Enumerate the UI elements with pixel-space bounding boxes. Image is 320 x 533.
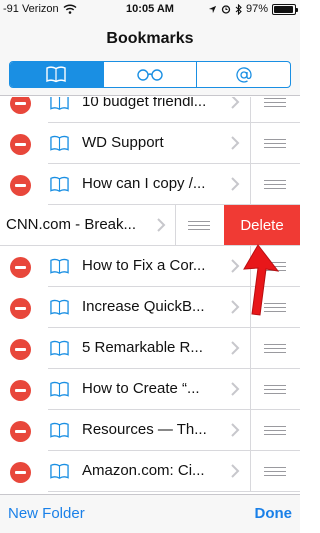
delete-minus-icon[interactable]	[10, 298, 31, 319]
chevron-right-icon	[231, 97, 240, 109]
reading-list-glasses-icon	[137, 68, 163, 81]
top-chrome: -91 Verizon 10:05 AM 97% Bookmarks	[0, 0, 300, 96]
reorder-handle-icon[interactable]	[264, 98, 286, 107]
row-separator	[48, 491, 300, 492]
bookmark-book-icon	[50, 135, 69, 151]
bookmark-row[interactable]: 10 budget friendl...	[0, 97, 300, 123]
done-button[interactable]: Done	[255, 505, 293, 522]
bookmark-title: Resources — Th...	[82, 421, 207, 438]
bookmark-book-icon	[50, 340, 69, 356]
bookmark-row[interactable]: CNN.com - Break... Delete	[0, 205, 300, 246]
bookmark-book-icon	[50, 176, 69, 192]
row-divider	[250, 97, 251, 123]
bookmark-row[interactable]: WD Support	[0, 123, 300, 164]
row-divider	[250, 123, 251, 164]
bookmark-book-icon	[50, 299, 69, 315]
bookmark-row[interactable]: How can I copy /...	[0, 164, 300, 205]
bookmark-title: Amazon.com: Ci...	[82, 462, 205, 479]
chevron-right-icon	[231, 382, 240, 396]
bookmark-title: 5 Remarkable R...	[82, 339, 203, 356]
bookmarks-segmented-control	[9, 61, 291, 88]
delete-button[interactable]: Delete	[224, 205, 300, 246]
chevron-right-icon	[231, 464, 240, 478]
new-folder-button[interactable]: New Folder	[8, 505, 85, 522]
bookmark-title: WD Support	[82, 134, 164, 151]
row-divider	[250, 328, 251, 369]
bookmark-book-icon	[50, 463, 69, 479]
delete-minus-icon[interactable]	[10, 134, 31, 155]
page-title: Bookmarks	[106, 30, 194, 47]
chevron-right-icon	[231, 423, 240, 437]
bookmark-title: CNN.com - Break...	[6, 216, 137, 233]
battery-icon	[272, 3, 298, 15]
bookmark-title: How can I copy /...	[82, 175, 206, 192]
at-symbol-icon	[236, 66, 252, 83]
reorder-handle-icon[interactable]	[264, 344, 286, 353]
bookmark-title: Increase QuickB...	[82, 298, 205, 315]
reorder-handle-icon[interactable]	[264, 426, 286, 435]
row-divider	[250, 164, 251, 205]
reorder-handle-icon[interactable]	[188, 221, 210, 230]
bookmark-book-icon	[50, 258, 69, 274]
delete-minus-icon[interactable]	[10, 97, 31, 114]
delete-minus-icon[interactable]	[10, 462, 31, 483]
status-bar: -91 Verizon 10:05 AM 97%	[0, 0, 300, 20]
bookmark-book-icon	[50, 381, 69, 397]
tab-reading-list[interactable]	[102, 62, 197, 87]
bookmark-row[interactable]: Resources — Th...	[0, 410, 300, 451]
bookmark-title: 10 budget friendl...	[82, 97, 207, 110]
bookmark-row[interactable]: How to Create “...	[0, 369, 300, 410]
annotation-arrow-icon	[243, 244, 280, 316]
bookmark-row[interactable]: 5 Remarkable R...	[0, 328, 300, 369]
delete-minus-icon[interactable]	[10, 380, 31, 401]
battery-percent: 97%	[245, 3, 268, 15]
reorder-handle-icon[interactable]	[264, 139, 286, 148]
chevron-right-icon	[231, 136, 240, 150]
alarm-clock-icon	[221, 5, 231, 14]
chevron-right-icon	[231, 177, 240, 191]
reorder-handle-icon[interactable]	[264, 385, 286, 394]
bookmark-title: How to Fix a Cor...	[82, 257, 206, 274]
bookmark-book-icon	[50, 422, 69, 438]
chevron-right-icon	[231, 341, 240, 355]
row-divider	[175, 205, 176, 246]
bookmark-row[interactable]: Amazon.com: Ci...	[0, 451, 300, 492]
tab-shared-links[interactable]	[196, 62, 290, 87]
delete-minus-icon[interactable]	[10, 257, 31, 278]
row-divider	[250, 369, 251, 410]
reorder-handle-icon[interactable]	[264, 467, 286, 476]
bluetooth-icon	[235, 3, 242, 15]
delete-minus-icon[interactable]	[10, 339, 31, 360]
bookmark-title: How to Create “...	[82, 380, 200, 397]
tab-bookmarks[interactable]	[10, 62, 103, 87]
reorder-handle-icon[interactable]	[264, 180, 286, 189]
bottom-toolbar: New Folder Done	[0, 494, 300, 533]
row-divider	[250, 451, 251, 492]
chevron-right-icon	[157, 218, 166, 232]
delete-minus-icon[interactable]	[10, 421, 31, 442]
location-arrow-icon	[208, 5, 217, 13]
delete-minus-icon[interactable]	[10, 175, 31, 196]
row-divider	[250, 410, 251, 451]
book-icon	[46, 66, 67, 83]
bookmark-book-icon	[50, 97, 69, 110]
